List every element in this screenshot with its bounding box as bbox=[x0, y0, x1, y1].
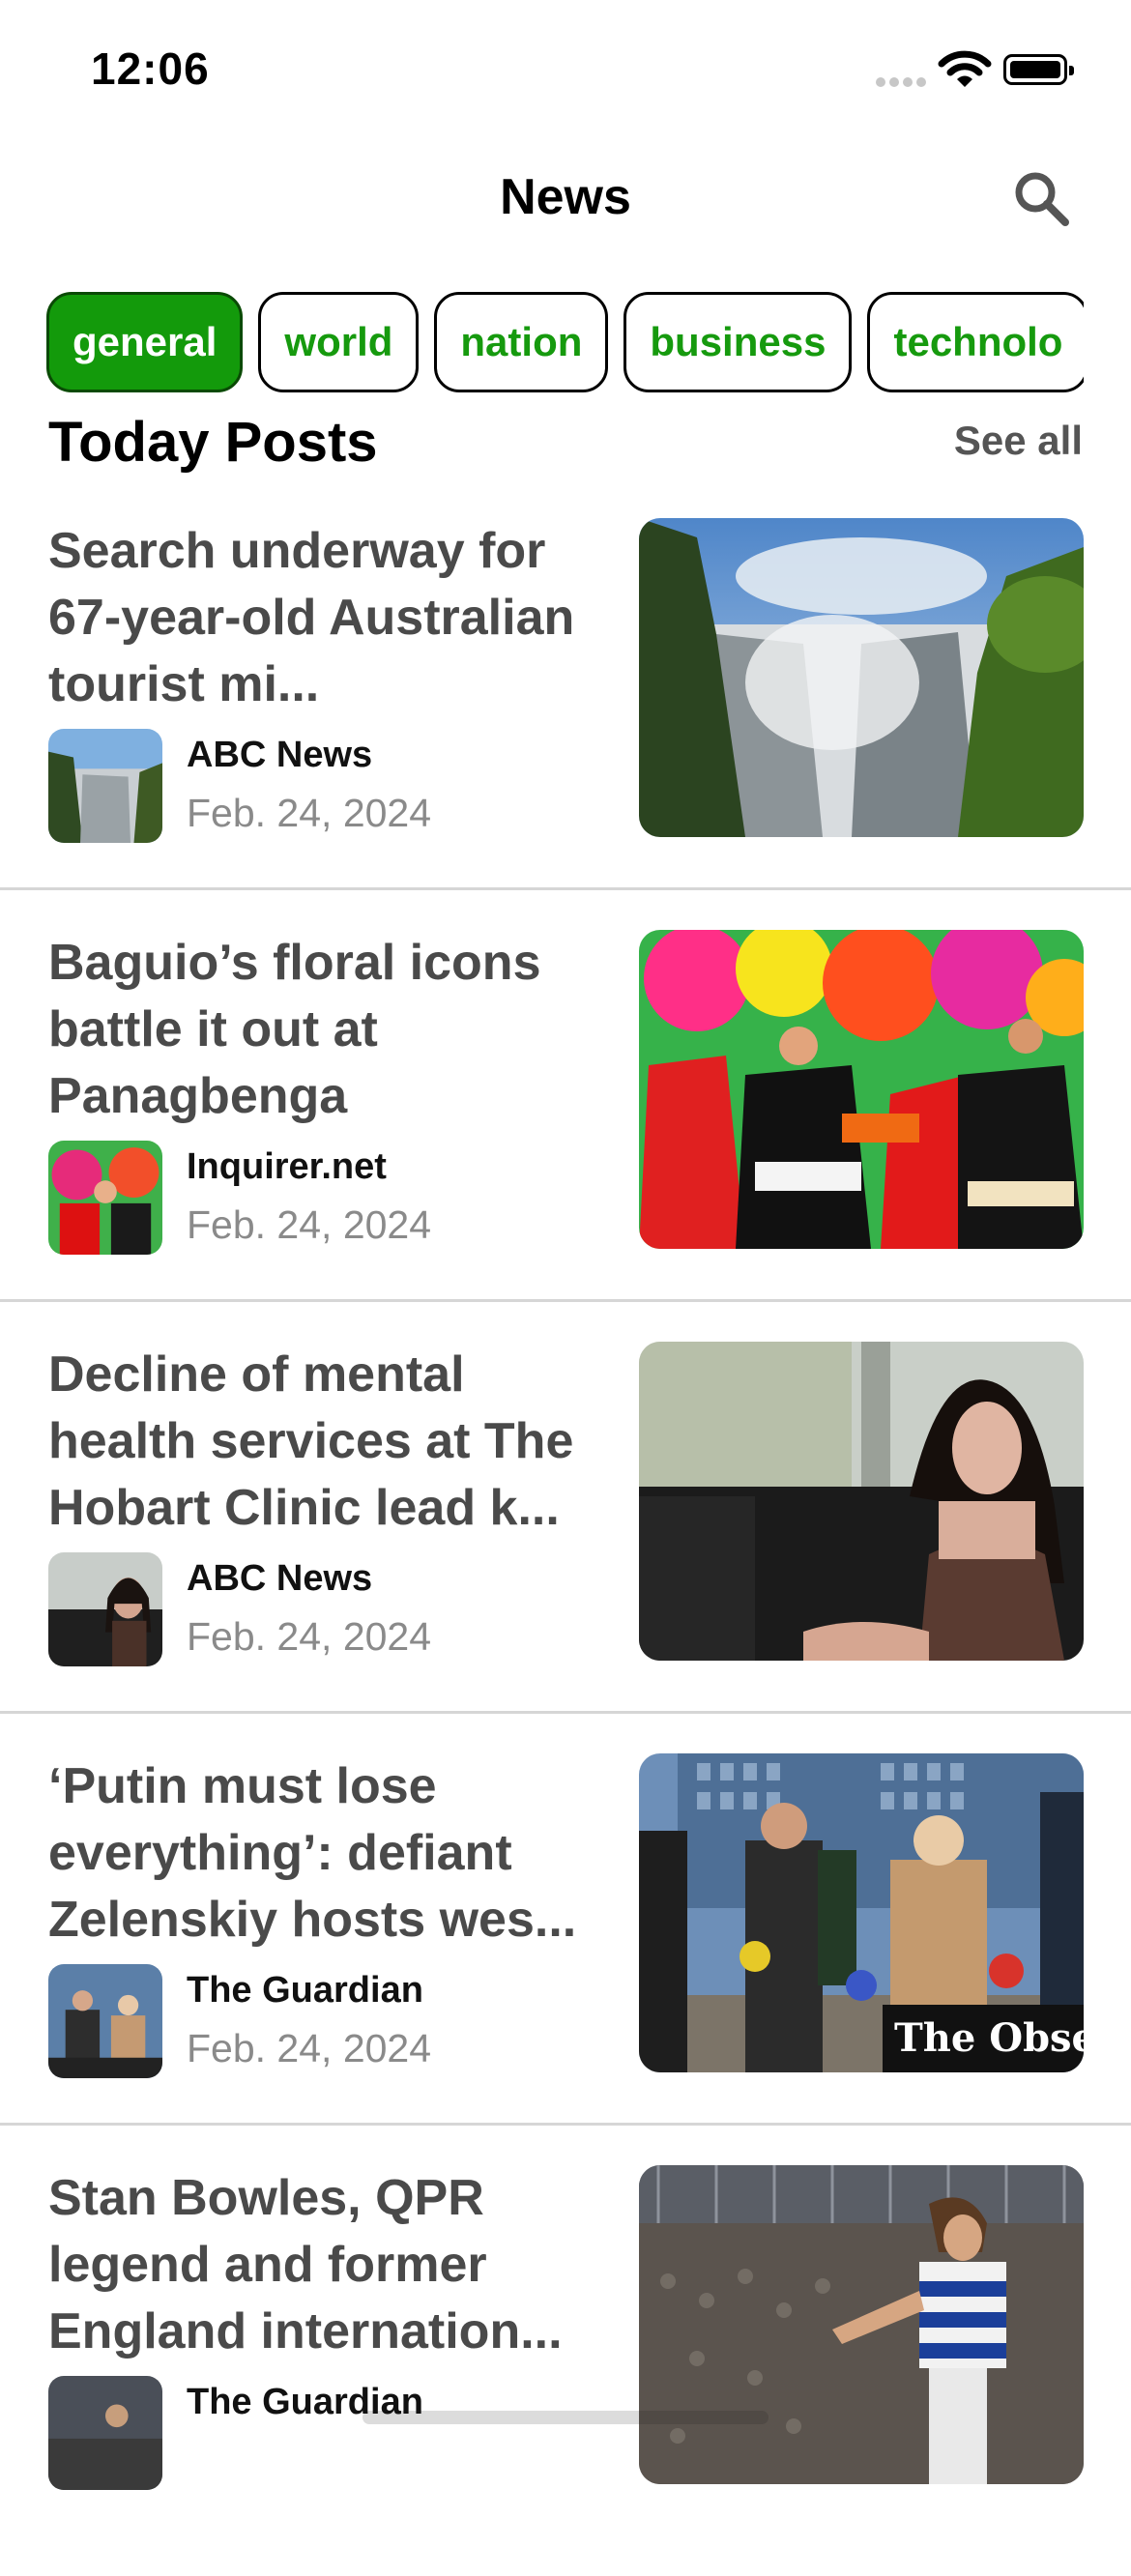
post-headline: Stan Bowles, QPR legend and former Engla… bbox=[48, 2170, 563, 2359]
post-source-thumbnail bbox=[48, 1141, 162, 1255]
post-source-thumbnail bbox=[48, 2376, 162, 2490]
post-date: Feb. 24, 2024 bbox=[187, 2026, 432, 2070]
post-date: Feb. 24, 2024 bbox=[187, 1202, 432, 1247]
post-source: ABC News bbox=[187, 735, 373, 775]
post-headline: Decline of mental health services at The… bbox=[48, 1346, 574, 1536]
post-source-thumbnail bbox=[48, 1964, 162, 2078]
cellular-signal-icon bbox=[876, 77, 928, 89]
divider bbox=[0, 1711, 1131, 1714]
category-chip-general[interactable]: general bbox=[46, 292, 244, 392]
post-headline: ‘Putin must lose everything’: defiant Ze… bbox=[48, 1758, 577, 1948]
news-post[interactable]: Decline of mental health services at The… bbox=[0, 1342, 1131, 1752]
battery-icon bbox=[1003, 54, 1074, 85]
news-post[interactable]: Search underway for 67-year-old Australi… bbox=[0, 518, 1131, 929]
category-chip-nation[interactable]: nation bbox=[434, 292, 609, 392]
divider bbox=[0, 1299, 1131, 1302]
post-source: The Guardian bbox=[187, 1970, 423, 2011]
post-image: The Obser bbox=[639, 1753, 1084, 2072]
see-all-link[interactable]: See all bbox=[954, 418, 1083, 464]
post-image bbox=[639, 930, 1084, 1249]
wifi-icon bbox=[938, 50, 992, 87]
page-title: News bbox=[500, 169, 631, 225]
section-title: Today Posts bbox=[48, 411, 378, 474]
post-source-thumbnail bbox=[48, 729, 162, 843]
news-post[interactable]: Stan Bowles, QPR legend and former Engla… bbox=[0, 2165, 1131, 2576]
post-image bbox=[639, 2165, 1084, 2484]
category-chip-technology[interactable]: technolo bbox=[867, 292, 1084, 392]
home-indicator bbox=[362, 2411, 768, 2424]
news-post[interactable]: Baguio’s floral icons battle it out at P… bbox=[0, 930, 1131, 1341]
post-image bbox=[639, 1342, 1084, 1661]
divider bbox=[0, 887, 1131, 890]
photo-watermark: The Obser bbox=[883, 2005, 1084, 2072]
post-source: ABC News bbox=[187, 1558, 373, 1599]
news-post[interactable]: ‘Putin must lose everything’: defiant Ze… bbox=[0, 1753, 1131, 2164]
divider bbox=[0, 2123, 1131, 2126]
status-bar: 12:06 bbox=[0, 0, 1131, 135]
status-time: 12:06 bbox=[91, 43, 210, 94]
post-date: Feb. 24, 2024 bbox=[187, 791, 432, 835]
category-chip-world[interactable]: world bbox=[258, 292, 420, 392]
post-source-thumbnail bbox=[48, 1552, 162, 1666]
post-image bbox=[639, 518, 1084, 837]
post-date: Feb. 24, 2024 bbox=[187, 1614, 432, 1659]
post-headline: Baguio’s floral icons battle it out at P… bbox=[48, 935, 541, 1124]
search-button[interactable] bbox=[1011, 168, 1073, 230]
search-icon bbox=[1015, 172, 1069, 226]
post-headline: Search underway for 67-year-old Australi… bbox=[48, 523, 575, 712]
post-source: Inquirer.net bbox=[187, 1146, 387, 1187]
category-chips: general world nation business technolo bbox=[46, 292, 1084, 394]
category-chip-business[interactable]: business bbox=[624, 292, 853, 392]
